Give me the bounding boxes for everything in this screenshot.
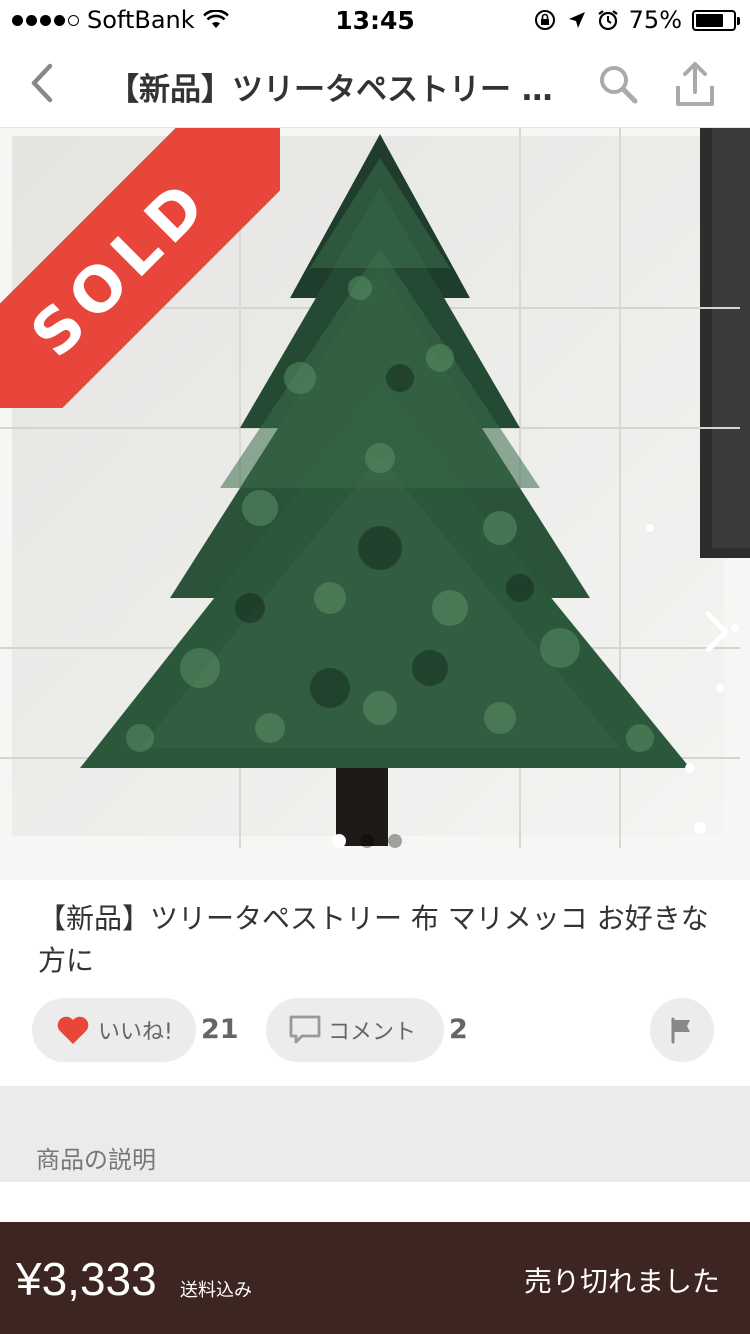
share-icon[interactable]	[672, 60, 718, 110]
product-photo-carousel[interactable]: SOLD	[0, 128, 750, 880]
price: ¥3,333	[16, 1253, 157, 1305]
back-chevron-icon[interactable]	[20, 58, 70, 108]
like-button[interactable]: いいね!	[32, 998, 196, 1062]
flag-icon	[671, 1017, 690, 1044]
description-body	[0, 1182, 750, 1222]
comment-label: コメント	[328, 1020, 417, 1045]
battery-percentage: 75%	[628, 6, 682, 34]
status-bar: SoftBank 13:45 75%	[0, 0, 750, 40]
shipping-label: 送料込み	[180, 1280, 252, 1301]
search-icon[interactable]	[596, 62, 640, 106]
status-right: 75%	[533, 6, 740, 34]
description-heading: 商品の説明	[36, 1146, 156, 1174]
comment-bubble-icon	[289, 1015, 321, 1044]
description-section: 商品の説明	[0, 1086, 750, 1182]
battery-level-fill	[696, 13, 723, 27]
rotation-lock-icon	[534, 10, 555, 30]
alarm-icon	[597, 10, 618, 31]
nav-title: 【新品】ツリータペストリー 布 マリメッコ お好きな方に	[108, 72, 578, 108]
bottom-purchase-bar: ¥3,333 送料込み 売り切れました	[0, 1222, 750, 1334]
battery-icon	[692, 9, 740, 31]
like-count: 21	[201, 1014, 239, 1045]
sold-badge: SOLD	[0, 128, 280, 408]
page-dot	[388, 834, 402, 848]
item-title: 【新品】ツリータペストリー 布 マリメッコ お好きな方に	[38, 902, 709, 977]
location-icon	[568, 12, 585, 28]
comment-count: 2	[449, 1014, 468, 1045]
navigation-bar: 【新品】ツリータペストリー 布 マリメッコ お好きな方に	[0, 40, 750, 128]
next-photo-chevron-icon[interactable]	[698, 606, 734, 658]
heart-icon	[57, 1016, 89, 1044]
sold-out-status: 売り切れました	[523, 1265, 720, 1298]
page-dot	[332, 834, 346, 848]
photo-page-indicator	[332, 834, 402, 848]
like-label: いいね!	[98, 1020, 173, 1045]
sold-badge-label: SOLD	[16, 163, 224, 371]
report-button[interactable]	[650, 998, 714, 1062]
sold-ribbon: SOLD	[0, 128, 280, 408]
page-dot	[360, 834, 374, 848]
comment-button[interactable]: コメント	[266, 998, 444, 1062]
